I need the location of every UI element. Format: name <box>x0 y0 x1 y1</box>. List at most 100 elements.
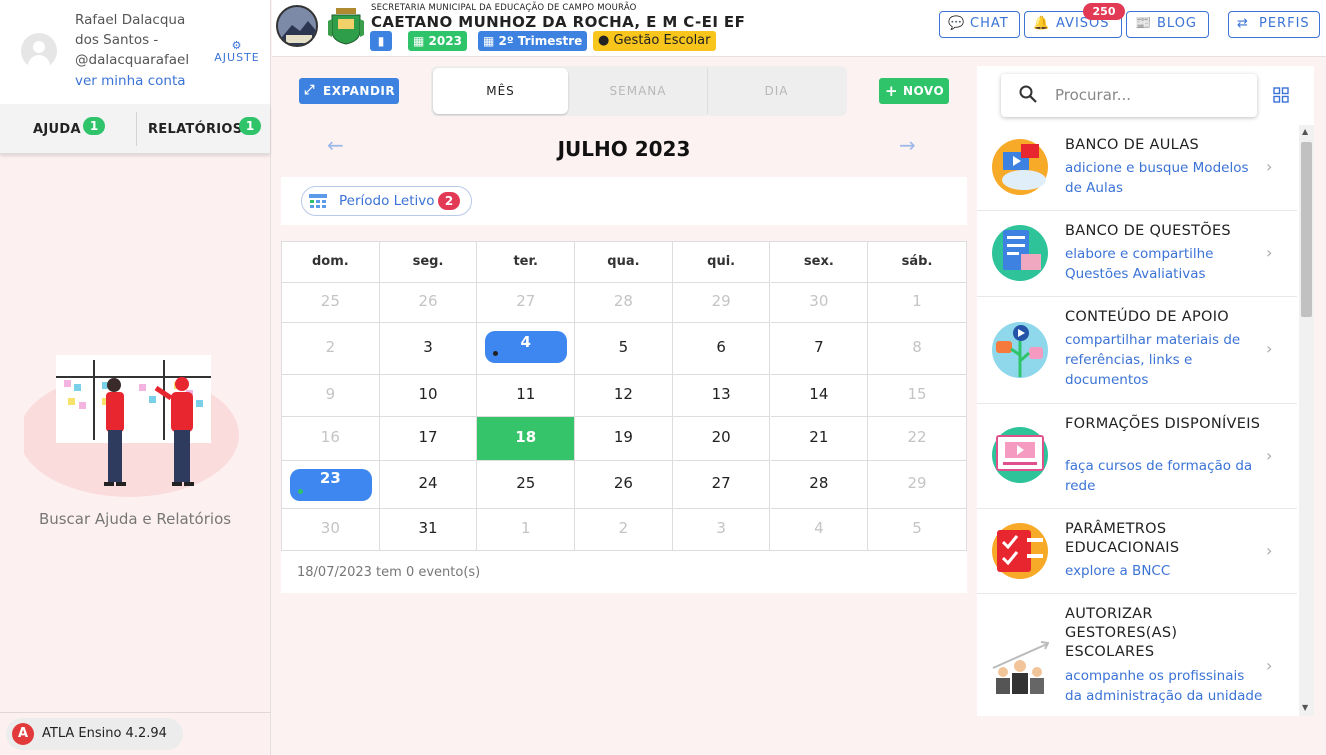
scroll-up-icon[interactable]: ▲ <box>1302 127 1308 136</box>
day-cell[interactable]: 15 <box>868 374 966 416</box>
account-link[interactable]: ver minha conta <box>75 73 186 89</box>
day-cell[interactable]: 28 <box>770 460 869 508</box>
scroll-down-icon[interactable]: ▼ <box>1302 703 1308 712</box>
resource-item-autorizar-gestores[interactable]: AUTORIZAR GESTORES(AS) ESCOLARES acompan… <box>977 594 1297 716</box>
swap-icon: ⇄ <box>1237 16 1249 31</box>
gestao-chip[interactable]: ● Gestão Escolar <box>593 31 716 51</box>
day-cell[interactable]: 9 <box>282 374 380 416</box>
day-cell[interactable]: 22 <box>868 416 966 460</box>
day-cell[interactable]: 20 <box>672 416 771 460</box>
resource-item-formacoes-disponiveis[interactable]: FORMAÇÕES DISPONÍVEIS faça cursos de for… <box>977 404 1297 509</box>
new-event-button[interactable]: + NOVO <box>879 78 949 104</box>
day-cell[interactable]: 5 <box>575 322 673 374</box>
day-cell[interactable]: 27 <box>477 282 576 322</box>
day-cell[interactable]: 25 <box>477 460 576 508</box>
search-input[interactable] <box>1055 84 1245 106</box>
weekday-header: sex. <box>771 242 869 282</box>
avatar[interactable] <box>21 33 57 69</box>
month-title: JULHO 2023 <box>557 137 691 161</box>
settings-button[interactable]: ⚙ AJUSTE <box>208 40 266 64</box>
weekday-header: dom. <box>282 242 380 282</box>
training-icon <box>992 427 1048 483</box>
day-cell[interactable]: 10 <box>379 374 478 416</box>
day-cell[interactable]: 30 <box>282 508 380 550</box>
day-cell[interactable]: 19 <box>575 416 673 460</box>
day-cell[interactable]: 30 <box>770 282 869 322</box>
day-cell[interactable]: 23 <box>282 460 380 508</box>
day-number: 24 <box>418 474 438 492</box>
resource-desc: acompanhe os profissinais da administraç… <box>1065 668 1263 704</box>
day-number: 25 <box>320 292 340 310</box>
periodo-letivo-chip[interactable]: Período Letivo 2 <box>301 186 472 216</box>
day-cell[interactable]: 13 <box>672 374 771 416</box>
day-cell[interactable]: 8 <box>868 322 966 374</box>
grid-view-icon[interactable] <box>1273 87 1289 103</box>
day-cell[interactable]: 21 <box>770 416 869 460</box>
day-cell[interactable]: 6 <box>672 322 771 374</box>
trimester-chip[interactable]: ▦ 2º Trimestre <box>478 31 588 51</box>
chat-button[interactable]: 💬 CHAT <box>939 11 1020 38</box>
day-number: 9 <box>325 385 336 403</box>
view-day-tab[interactable]: DIA <box>707 68 845 114</box>
day-number: 17 <box>418 428 438 446</box>
chat-icon: 💬 <box>948 16 966 31</box>
day-cell[interactable]: 31 <box>379 508 478 550</box>
day-cell[interactable]: 29 <box>868 460 966 508</box>
day-cell[interactable]: 24 <box>379 460 478 508</box>
day-cell[interactable]: 17 <box>379 416 478 460</box>
help-illustration <box>24 355 239 497</box>
day-cell[interactable]: 2 <box>282 322 380 374</box>
bell-icon: 🔔 <box>1033 16 1051 31</box>
day-number: 19 <box>613 428 633 446</box>
scroll-thumb[interactable] <box>1301 142 1312 317</box>
event-dot <box>298 489 303 494</box>
plus-icon: + <box>885 82 899 100</box>
expand-button[interactable]: ⤢ EXPANDIR <box>299 78 399 104</box>
day-cell[interactable]: 25 <box>282 282 380 322</box>
blog-button[interactable]: 📰 BLOG <box>1126 11 1209 38</box>
resource-item-parametros-educacionais[interactable]: PARÂMETROS EDUCACIONAIS explore a BNCC › <box>977 509 1297 594</box>
view-month-tab[interactable]: MÊS <box>433 68 568 114</box>
chat-label: CHAT <box>970 16 1009 31</box>
day-cell[interactable]: 16 <box>282 416 380 460</box>
day-cell[interactable]: 12 <box>575 374 673 416</box>
resource-title: PARÂMETROS EDUCACIONAIS <box>1065 521 1180 556</box>
resource-item-conteudo-de-apoio[interactable]: CONTEÚDO DE APOIO compartilhar materiais… <box>977 297 1297 404</box>
tab-relatorios[interactable]: RELATÓRIOS <box>148 104 242 154</box>
stats-button[interactable]: ▮ <box>370 31 392 51</box>
resources-scrollbar[interactable]: ▲ ▼ <box>1299 125 1314 716</box>
day-cell[interactable]: 1 <box>477 508 576 550</box>
resource-item-banco-de-questoes[interactable]: BANCO DE QUESTÕES elabore e compartilhe … <box>977 211 1297 297</box>
day-number: 18 <box>515 428 537 446</box>
day-cell[interactable]: 26 <box>575 460 673 508</box>
view-week-tab[interactable]: SEMANA <box>569 68 707 114</box>
next-month-arrow-icon[interactable]: → <box>899 133 916 157</box>
top-header: SECRETARIA MUNICIPAL DA EDUCAÇÃO DE CAMP… <box>272 0 1326 57</box>
tab-ajuda[interactable]: AJUDA <box>33 104 81 154</box>
version-chip[interactable]: A ATLA Ensino 4.2.94 <box>6 718 183 750</box>
day-cell[interactable]: 28 <box>575 282 673 322</box>
day-cell[interactable]: 26 <box>379 282 478 322</box>
day-cell[interactable]: 29 <box>672 282 771 322</box>
day-cell-today[interactable]: 18 <box>477 416 576 460</box>
day-number: 1 <box>520 519 531 537</box>
year-chip[interactable]: ▦ 2023 <box>408 31 467 51</box>
day-cell[interactable]: 27 <box>672 460 771 508</box>
blog-label: BLOG <box>1157 16 1198 31</box>
day-number: 5 <box>912 519 922 537</box>
resource-desc: compartilhar materiais de referências, l… <box>1065 332 1241 388</box>
day-cell[interactable]: 11 <box>477 374 576 416</box>
resource-item-banco-de-aulas[interactable]: BANCO DE AULAS adicione e busque Modelos… <box>977 125 1297 211</box>
day-cell[interactable]: 1 <box>868 282 966 322</box>
day-cell[interactable]: 7 <box>770 322 869 374</box>
day-cell[interactable]: 4 <box>770 508 869 550</box>
day-number: 4 <box>520 333 531 351</box>
day-cell[interactable]: 4 <box>477 322 576 374</box>
day-cell[interactable]: 3 <box>379 322 478 374</box>
day-cell[interactable]: 3 <box>672 508 771 550</box>
day-cell[interactable]: 2 <box>575 508 673 550</box>
day-cell[interactable]: 14 <box>770 374 869 416</box>
perfis-button[interactable]: ⇄ PERFIS <box>1228 11 1320 38</box>
day-cell[interactable]: 5 <box>868 508 966 550</box>
day-number: 20 <box>711 428 731 446</box>
